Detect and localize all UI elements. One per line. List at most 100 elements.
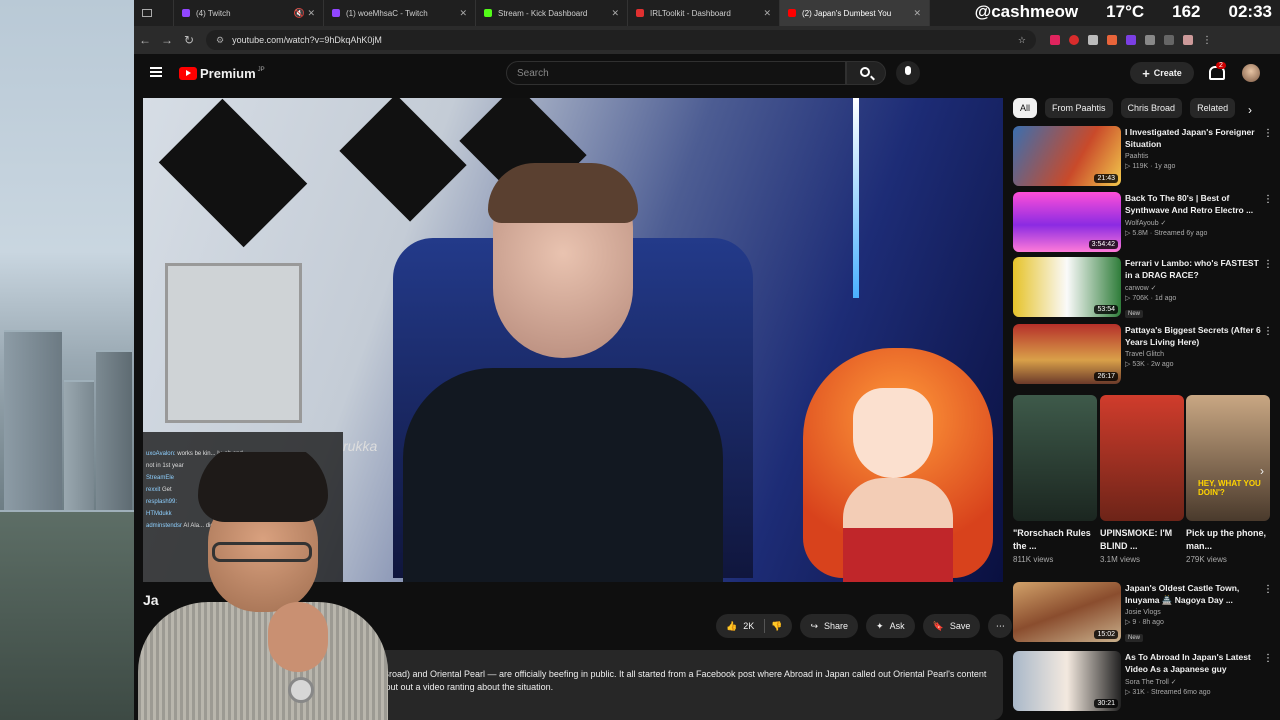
short-title[interactable]: UPINSMOKE: I'M BLIND ... xyxy=(1100,527,1184,553)
thumbs-down-icon[interactable]: 👎 xyxy=(771,621,782,632)
video-thumbnail[interactable]: 15:02 xyxy=(1013,582,1121,642)
save-button[interactable]: 🔖 Save xyxy=(922,614,981,638)
short-item[interactable]: HEY, WHAT YOU DOIN'? Pick up the phone, … xyxy=(1186,395,1270,564)
video-thumbnail[interactable]: 21:43 xyxy=(1013,126,1121,186)
chevron-right-icon[interactable]: › xyxy=(1260,464,1264,478)
duration-badge: 53:54 xyxy=(1094,305,1118,314)
share-button[interactable]: ↪ Share xyxy=(800,614,859,638)
video-title[interactable]: I Investigated Japan's Foreigner Situati… xyxy=(1125,126,1263,151)
ask-label: Ask xyxy=(889,621,905,631)
close-icon[interactable]: ✕ xyxy=(611,8,619,19)
short-title[interactable]: Pick up the phone, man... xyxy=(1186,527,1270,553)
channel-name[interactable]: Travel Glitch xyxy=(1125,351,1263,358)
reload-icon[interactable]: ↻ xyxy=(178,33,200,47)
tab-irltoolkit[interactable]: IRLToolkit - Dashboard ✕ xyxy=(628,0,780,26)
chip-chris-broad[interactable]: Chris Broad xyxy=(1120,98,1183,118)
tab-kick-dashboard[interactable]: Stream - Kick Dashboard ✕ xyxy=(476,0,628,26)
twitch-icon xyxy=(332,9,340,17)
webcam-hair xyxy=(198,452,328,522)
video-thumbnail[interactable]: 30:21 xyxy=(1013,651,1121,711)
more-icon[interactable]: ⋮ xyxy=(1263,128,1273,139)
video-title[interactable]: Ferrari v Lambo: who's FASTEST in a DRAG… xyxy=(1125,257,1263,282)
extension-icon[interactable] xyxy=(1069,35,1079,45)
recommendation-item[interactable]: 3:54:42 Back To The 80's | Best of Synth… xyxy=(1013,192,1275,254)
channel-name[interactable]: Paahtis xyxy=(1125,153,1263,160)
short-thumbnail[interactable] xyxy=(1013,395,1097,521)
create-button[interactable]: + Create xyxy=(1130,62,1194,84)
video-thumbnail[interactable]: 26:17 xyxy=(1013,324,1121,384)
chip-all[interactable]: All xyxy=(1013,98,1038,118)
voice-search-icon[interactable] xyxy=(896,61,920,85)
recommendation-item[interactable]: 30:21 As To Abroad In Japan's Latest Vid… xyxy=(1013,651,1275,713)
forward-icon[interactable]: → xyxy=(156,33,178,47)
channel-name[interactable]: WolfAyoub ✓ xyxy=(1125,219,1263,227)
channel-name[interactable]: Josie Vlogs xyxy=(1125,609,1263,616)
vtuber-avatar xyxy=(783,328,1003,582)
like-button[interactable]: 👍 2K 👎 xyxy=(716,614,793,638)
wall-poster xyxy=(165,263,302,423)
more-icon[interactable]: ⋮ xyxy=(1263,584,1273,595)
share-icon: ↪ xyxy=(810,620,818,631)
short-title[interactable]: "Rorschach Rules the ... xyxy=(1013,527,1097,553)
close-icon[interactable]: ✕ xyxy=(763,8,771,19)
chip-from-paahtis[interactable]: From Paahtis xyxy=(1045,98,1113,118)
video-title[interactable]: Japan's Oldest Castle Town, Inuyama 🏯 Na… xyxy=(1125,582,1263,607)
tab-twitch[interactable]: (4) Twitch 🔇 ✕ xyxy=(174,0,324,26)
logo-text: Premium xyxy=(200,66,256,81)
channel-name[interactable]: carwow ✓ xyxy=(1125,284,1263,292)
kick-icon xyxy=(484,9,492,17)
extension-icon[interactable] xyxy=(1050,35,1060,45)
search-button[interactable] xyxy=(846,61,886,85)
video-title[interactable]: Pattaya's Biggest Secrets (After 6 Years… xyxy=(1125,324,1263,349)
extension-icon[interactable] xyxy=(1126,35,1136,45)
new-badge: New xyxy=(1125,634,1144,642)
search-input[interactable]: Search xyxy=(506,61,846,85)
shorts-shelf: "Rorschach Rules the ... 811K views UPIN… xyxy=(1013,395,1271,575)
wristwatch xyxy=(288,677,314,703)
more-icon[interactable]: ⋮ xyxy=(1263,259,1273,270)
close-icon[interactable]: ✕ xyxy=(913,8,921,19)
media-controls-icon[interactable] xyxy=(1164,35,1174,45)
tab-list-button[interactable] xyxy=(134,0,174,26)
close-icon[interactable]: ✕ xyxy=(459,8,467,19)
video-meta: ▷ 53K · 2w ago xyxy=(1125,361,1174,368)
account-avatar[interactable] xyxy=(1242,64,1260,82)
more-icon[interactable]: ⋮ xyxy=(1263,194,1273,205)
mute-icon[interactable]: 🔇 ✕ xyxy=(294,8,315,19)
thumbs-up-icon: 👍 xyxy=(726,620,738,631)
youtube-premium-logo[interactable]: Premium JP xyxy=(179,66,265,81)
site-info-icon[interactable]: ⚙ xyxy=(216,35,224,46)
short-thumbnail[interactable] xyxy=(1100,395,1184,521)
more-icon[interactable]: ⋮ xyxy=(1263,326,1273,337)
bookmark-star-icon[interactable]: ☆ xyxy=(1018,35,1026,46)
extensions-puzzle-icon[interactable] xyxy=(1145,35,1155,45)
chip-related[interactable]: Related xyxy=(1190,98,1236,118)
chevron-right-icon[interactable]: › xyxy=(1248,103,1252,117)
short-item[interactable]: "Rorschach Rules the ... 811K views xyxy=(1013,395,1097,564)
tab-youtube-active[interactable]: (2) Japan's Dumbest You ✕ xyxy=(780,0,930,26)
channel-name[interactable]: Sora The Troll ✓ xyxy=(1125,678,1263,686)
extension-icon[interactable] xyxy=(1088,35,1098,45)
video-thumbnail[interactable]: 53:54 xyxy=(1013,257,1121,317)
short-views: 3.1M views xyxy=(1100,555,1141,564)
video-title[interactable]: As To Abroad In Japan's Latest Video As … xyxy=(1125,651,1263,676)
video-title[interactable]: Back To The 80's | Best of Synthwave And… xyxy=(1125,192,1263,217)
recommendation-item[interactable]: 15:02 Japan's Oldest Castle Town, Inuyam… xyxy=(1013,582,1275,644)
ask-button[interactable]: ✦ Ask xyxy=(866,614,915,638)
more-icon[interactable]: ⋮ xyxy=(1263,653,1273,664)
extension-icon[interactable] xyxy=(1107,35,1117,45)
short-item[interactable]: UPINSMOKE: I'M BLIND ... 3.1M views xyxy=(1100,395,1184,564)
vtuber-face xyxy=(853,388,933,478)
url-field[interactable]: ⚙ youtube.com/watch?v=9hDkqAhK0jM ☆ xyxy=(206,30,1036,50)
recommendation-item[interactable]: 26:17 Pattaya's Biggest Secrets (After 6… xyxy=(1013,324,1275,386)
video-thumbnail[interactable]: 3:54:42 xyxy=(1013,192,1121,252)
tab-twitch-woemhsac[interactable]: (1) woeMhsaC - Twitch ✕ xyxy=(324,0,476,26)
recommendation-item[interactable]: 53:54 Ferrari v Lambo: who's FASTEST in … xyxy=(1013,257,1275,319)
back-icon[interactable]: ← xyxy=(134,33,156,47)
hamburger-menu-icon[interactable] xyxy=(150,67,162,77)
recommendation-item[interactable]: 21:43 I Investigated Japan's Foreigner S… xyxy=(1013,126,1275,188)
profile-avatar[interactable] xyxy=(1183,35,1193,45)
menu-icon[interactable]: ⋮ xyxy=(1202,35,1212,46)
short-thumbnail[interactable]: HEY, WHAT YOU DOIN'? xyxy=(1186,395,1270,521)
more-actions-button[interactable]: ⋯ xyxy=(988,614,1013,638)
